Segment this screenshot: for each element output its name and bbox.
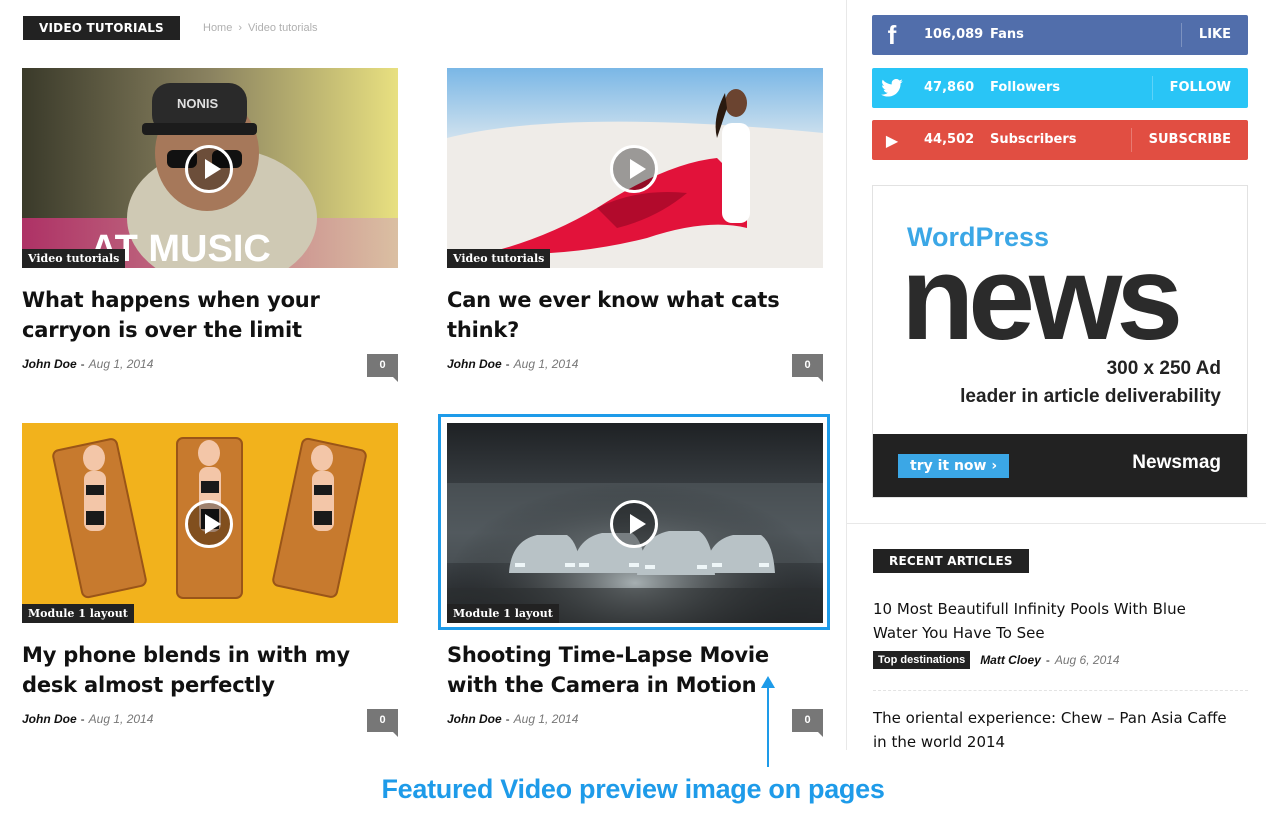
author-link[interactable]: John Doe: [22, 712, 77, 726]
recent-article-title[interactable]: The oriental experience: Chew – Pan Asia…: [873, 706, 1233, 754]
social-count: 106,089: [924, 27, 984, 42]
annotation-caption: Featured Video preview image on pages: [381, 774, 885, 804]
youtube-icon: ▶: [885, 130, 899, 150]
social-label: Subscribers: [990, 132, 1077, 147]
article-meta: John Doe - Aug 1, 2014: [22, 712, 154, 726]
comment-count[interactable]: 0: [367, 354, 398, 382]
annotation-line: [767, 683, 769, 767]
category-tag[interactable]: Top destinations: [873, 651, 971, 669]
ad-tagline: leader in article deliverability: [960, 386, 1221, 407]
article-thumbnail[interactable]: NONIS AT MUSIC Video tutorials: [22, 68, 398, 268]
twitter-icon: [872, 68, 912, 108]
breadcrumb-current: Video tutorials: [248, 22, 318, 34]
date: Aug 1, 2014: [88, 357, 154, 371]
article-meta: John Doe - Aug 1, 2014: [22, 357, 154, 371]
date: Aug 6, 2014: [1054, 653, 1120, 667]
category-tag[interactable]: Video tutorials: [447, 249, 551, 268]
article-card: Video tutorials Can we ever know what ca…: [447, 68, 823, 382]
ad-brand: Newsmag: [1132, 452, 1221, 473]
article-thumbnail[interactable]: Video tutorials: [447, 68, 823, 268]
article-meta: John Doe - Aug 1, 2014: [447, 712, 579, 726]
comment-count[interactable]: 0: [792, 354, 823, 382]
author-link[interactable]: John Doe: [447, 712, 502, 726]
date: Aug 1, 2014: [513, 357, 579, 371]
author-link[interactable]: John Doe: [447, 357, 502, 371]
article-meta: John Doe - Aug 1, 2014: [447, 357, 579, 371]
ad-size: 300 x 250 Ad: [1106, 358, 1221, 379]
social-label: Followers: [990, 80, 1061, 95]
recent-article-meta: Top destinations Matt Cloey - Aug 6, 2014: [873, 651, 1120, 669]
chevron-right-icon: ›: [991, 458, 998, 474]
social-youtube[interactable]: ▶ 44,502 Subscribers SUBSCRIBE: [872, 120, 1248, 160]
like-button[interactable]: LIKE: [1180, 23, 1248, 47]
article-card: NONIS AT MUSIC Video tutorials What happ…: [22, 68, 398, 382]
divider: [847, 523, 1266, 524]
category-tag[interactable]: Video tutorials: [22, 249, 126, 268]
article-title[interactable]: Can we ever know what cats think?: [447, 285, 823, 345]
ad-headline: news: [901, 231, 1183, 365]
date: Aug 1, 2014: [88, 712, 154, 726]
ad-banner[interactable]: WordPress news 300 x 250 Ad leader in ar…: [872, 185, 1248, 498]
recent-article-title[interactable]: 10 Most Beautifull Infinity Pools With B…: [873, 597, 1233, 645]
try-it-now-button[interactable]: try it now ›: [898, 454, 1010, 478]
play-icon[interactable]: [185, 145, 233, 193]
author-link[interactable]: Matt Cloey: [980, 653, 1041, 667]
comment-count[interactable]: 0: [792, 709, 823, 737]
article-title[interactable]: What happens when your carryon is over t…: [22, 285, 398, 345]
date: Aug 1, 2014: [513, 712, 579, 726]
social-count: 47,860: [924, 80, 975, 95]
article-title[interactable]: My phone blends in with my desk almost p…: [22, 640, 398, 700]
author-link[interactable]: John Doe: [22, 357, 77, 371]
cap-text: NONIS: [177, 96, 219, 111]
article-thumbnail[interactable]: Module 1 layout: [22, 423, 398, 623]
social-count: 44,502: [924, 132, 975, 147]
article-card: Module 1 layout My phone blends in with …: [22, 423, 398, 737]
facebook-icon: f: [887, 19, 897, 50]
section-title: VIDEO TUTORIALS: [23, 16, 180, 40]
breadcrumb-home[interactable]: Home: [203, 22, 232, 34]
follow-button[interactable]: FOLLOW: [1151, 76, 1248, 100]
sidebar-divider: [846, 0, 847, 750]
category-tag[interactable]: Module 1 layout: [22, 604, 134, 623]
highlight-frame: [438, 414, 830, 630]
divider: [873, 690, 1248, 691]
ad-footer: try it now › Newsmag: [873, 434, 1247, 497]
breadcrumb: Home › Video tutorials: [203, 22, 318, 34]
social-twitter[interactable]: 47,860 Followers FOLLOW: [872, 68, 1248, 108]
recent-articles-title: RECENT ARTICLES: [873, 549, 1029, 573]
social-label: Fans: [990, 27, 1024, 42]
breadcrumb-separator: ›: [238, 22, 243, 34]
subscribe-button[interactable]: SUBSCRIBE: [1130, 128, 1248, 152]
play-icon[interactable]: [610, 145, 658, 193]
social-facebook[interactable]: f 106,089 Fans LIKE: [872, 15, 1248, 55]
comment-count[interactable]: 0: [367, 709, 398, 737]
play-icon[interactable]: [185, 500, 233, 548]
